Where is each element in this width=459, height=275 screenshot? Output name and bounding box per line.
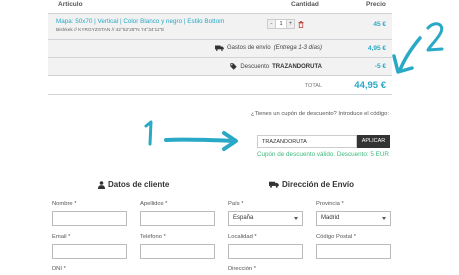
pais-select[interactable]: España (228, 211, 303, 226)
chevron-down-icon (294, 217, 298, 220)
client-data-heading: Datos de cliente (98, 180, 169, 189)
email-input[interactable] (52, 244, 127, 259)
product-location: Bishkek // KYRGYZSTAN // 42°52'28"N 74°3… (56, 28, 165, 33)
total-price: 44,95 € (354, 80, 386, 91)
codigo-postal-label: Código Postal * (316, 234, 356, 240)
apellidos-label: Apellidos * (140, 201, 168, 207)
product-title-link[interactable]: Mapa: 50x70 | Vertical | Color Blanco y … (56, 18, 224, 25)
cart-item-row: Mapa: 50x70 | Vertical | Color Blanco y … (48, 13, 392, 39)
localidad-input[interactable] (228, 244, 303, 259)
provincia-select[interactable]: Madrid (316, 211, 391, 226)
coupon-question: ¿Tienes un cupón de descuento? Introduce… (250, 111, 389, 117)
shipping-row: Gastos de envío (Entrega 1-3 días) 4,95 … (48, 39, 392, 57)
provincia-label: Provincia * (316, 201, 344, 207)
qty-plus-button[interactable]: + (286, 19, 295, 29)
dni-label: DNI * (52, 266, 66, 272)
truck-icon (269, 181, 279, 188)
chevron-down-icon (382, 217, 386, 220)
header-quantity: Cantidad (291, 1, 319, 8)
telefono-label: Teléfono * (140, 234, 166, 240)
header-article: Artículo (58, 1, 83, 8)
apply-coupon-button[interactable]: APLICAR (357, 135, 390, 148)
pais-label: País * (228, 201, 244, 207)
nombre-label: Nombre * (52, 201, 77, 207)
cart-header: Artículo Cantidad Precio (48, 0, 392, 13)
codigo-postal-input[interactable] (316, 244, 391, 259)
annotation-arrow-2 (392, 22, 444, 74)
discount-label: Descuento (240, 63, 270, 70)
qty-value[interactable]: 1 (276, 19, 286, 29)
header-price: Precio (366, 1, 386, 8)
coupon-input[interactable] (257, 135, 357, 148)
provincia-selected-value: Madrid (321, 215, 340, 221)
quantity-stepper: - 1 + (267, 19, 305, 29)
localidad-label: Localidad * (228, 234, 257, 240)
discount-code: TRAZANDORUTA (272, 63, 322, 70)
total-label: TOTAL (304, 83, 322, 89)
shipping-note: (Entrega 1-3 días) (273, 45, 322, 51)
apellidos-input[interactable] (140, 211, 215, 226)
total-row: TOTAL 44,95 € (48, 75, 392, 95)
client-data-title: Datos de cliente (108, 180, 170, 189)
email-label: Email * (52, 234, 71, 240)
shipping-label-group: Gastos de envío (Entrega 1-3 días) (214, 45, 322, 51)
truck-icon (214, 45, 224, 51)
coupon-success-message: Cupón de descuento válido. Descuento: 5 … (257, 151, 389, 158)
shipping-address-heading: Dirección de Envío (269, 180, 354, 189)
discount-label-group: Descuento TRAZANDORUTA (230, 63, 322, 70)
annotation-arrow-1 (144, 120, 238, 151)
shipping-label: Gastos de envío (226, 45, 271, 51)
tag-icon (230, 63, 238, 70)
pais-selected-value: España (233, 215, 254, 221)
trash-icon[interactable] (297, 19, 305, 29)
direccion-label: Dirección * (228, 266, 257, 272)
cart-table: Artículo Cantidad Precio Mapa: 50x70 | V… (48, 0, 392, 95)
telefono-input[interactable] (140, 244, 215, 259)
user-icon (98, 180, 105, 189)
discount-row: Descuento TRAZANDORUTA -5 € (48, 57, 392, 75)
qty-minus-button[interactable]: - (267, 19, 276, 29)
shipping-address-title: Dirección de Envío (282, 180, 355, 189)
nombre-input[interactable] (52, 211, 127, 226)
